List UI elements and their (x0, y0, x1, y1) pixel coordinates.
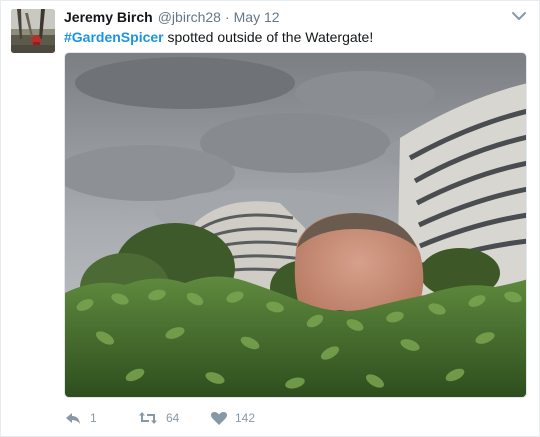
like-button[interactable]: 142 (211, 408, 271, 428)
chevron-down-icon[interactable] (511, 9, 527, 23)
tweet-body-text: spotted outside of the Watergate! (167, 29, 374, 45)
tweet-timestamp[interactable]: May 12 (234, 8, 280, 26)
retweet-button[interactable]: 64 (138, 408, 211, 428)
tweet-card[interactable]: Jeremy Birch @jbirch28 · May 12 #GardenS… (0, 0, 540, 437)
author-handle[interactable]: @jbirch28 (158, 8, 221, 26)
avatar[interactable] (11, 9, 55, 53)
tweet-text: #GardenSpicer spotted outside of the Wat… (64, 28, 373, 46)
tweet-actions: 1 64 142 (64, 408, 271, 428)
retweet-count: 64 (166, 411, 180, 425)
heart-icon (211, 411, 227, 426)
author-name[interactable]: Jeremy Birch (64, 8, 153, 26)
hashtag-link[interactable]: #GardenSpicer (64, 29, 164, 45)
reply-count: 1 (90, 411, 97, 425)
tweet-header: Jeremy Birch @jbirch28 · May 12 (64, 8, 280, 26)
reply-button[interactable]: 1 (64, 408, 138, 428)
separator-dot: · (224, 9, 230, 25)
tweet-photo[interactable] (64, 52, 527, 398)
like-count: 142 (235, 411, 256, 425)
retweet-icon (138, 410, 158, 426)
reply-icon (64, 410, 82, 426)
